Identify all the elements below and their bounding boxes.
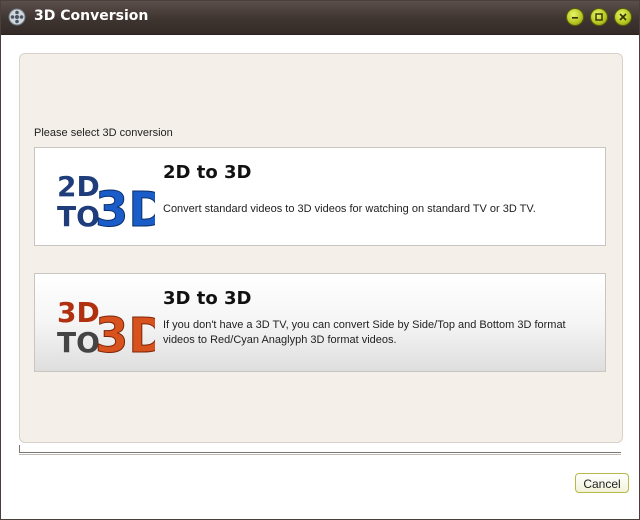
option-description: Convert standard videos to 3D videos for… <box>163 203 536 215</box>
maximize-icon <box>595 13 603 21</box>
cancel-button[interactable]: Cancel <box>575 473 629 493</box>
option-3d-to-3d[interactable]: 3D TO 3D 3D to 3D If you don't have a 3D… <box>34 273 606 372</box>
2d-to-3d-logo: 2D TO 3D <box>57 170 155 230</box>
logo-bottom-text: TO <box>57 326 100 356</box>
logo-big-text: 3D <box>95 308 155 356</box>
option-description: If you don't have a 3D TV, you can conve… <box>163 319 566 346</box>
logo-bottom-text: TO <box>57 200 100 230</box>
option-title: 2D to 3D <box>163 162 252 183</box>
option-title: 3D to 3D <box>163 288 252 309</box>
window-title: 3D Conversion <box>34 8 149 24</box>
title-bar[interactable]: 3D Conversion <box>1 1 639 35</box>
content-panel <box>19 53 623 443</box>
close-icon <box>619 13 627 21</box>
logo-top-text: 2D <box>57 170 100 203</box>
minimize-icon <box>572 17 578 19</box>
3d-to-3d-logo: 3D TO 3D <box>57 296 155 356</box>
option-2d-to-3d[interactable]: 2D TO 3D 2D to 3D Convert standard video… <box>34 147 606 246</box>
conversion-window: 3D Conversion Please select 3D conversio… <box>0 0 640 520</box>
maximize-button[interactable] <box>590 8 608 26</box>
select-conversion-label: Please select 3D conversion <box>34 127 173 139</box>
minimize-button[interactable] <box>566 8 584 26</box>
logo-big-text: 3D <box>95 182 155 230</box>
footer-divider <box>19 445 621 455</box>
close-button[interactable] <box>614 8 632 26</box>
film-reel-icon <box>8 8 26 26</box>
logo-top-text: 3D <box>57 296 100 329</box>
